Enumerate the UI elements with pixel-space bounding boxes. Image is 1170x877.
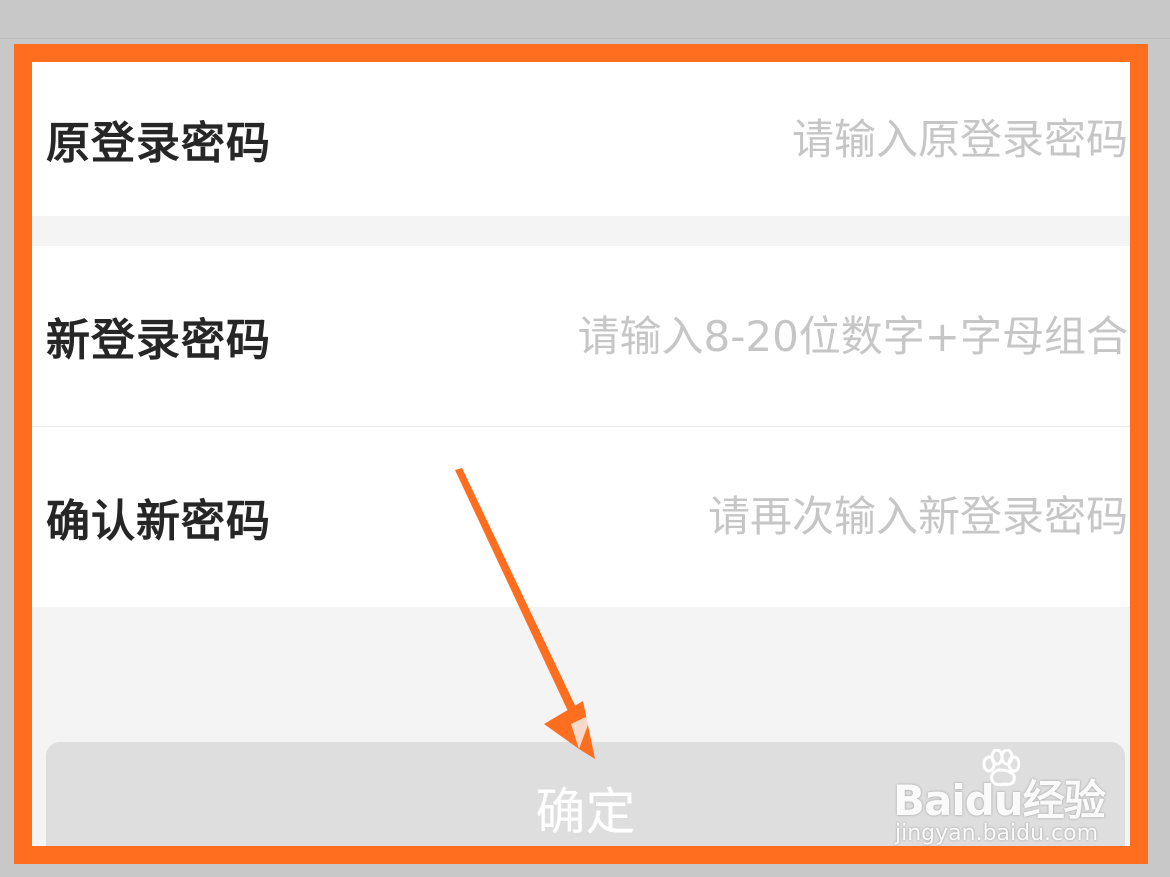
old-password-input[interactable] bbox=[428, 104, 1128, 174]
new-password-row: 新登录密码 bbox=[32, 246, 1130, 426]
top-divider bbox=[0, 38, 1170, 39]
new-password-input[interactable] bbox=[428, 301, 1128, 371]
confirm-password-row: 确认新密码 bbox=[32, 426, 1130, 607]
confirm-button[interactable]: 确定 bbox=[46, 742, 1125, 846]
new-password-label: 新登录密码 bbox=[46, 315, 271, 366]
password-change-form: 原登录密码 新登录密码 确认新密码 确定 bbox=[32, 62, 1130, 846]
old-password-label: 原登录密码 bbox=[46, 118, 271, 169]
old-password-row: 原登录密码 bbox=[32, 62, 1130, 216]
old-password-section: 原登录密码 bbox=[32, 62, 1130, 216]
confirm-password-label: 确认新密码 bbox=[46, 495, 271, 547]
new-password-section: 新登录密码 确认新密码 bbox=[32, 246, 1130, 607]
confirm-password-input[interactable] bbox=[428, 481, 1128, 552]
